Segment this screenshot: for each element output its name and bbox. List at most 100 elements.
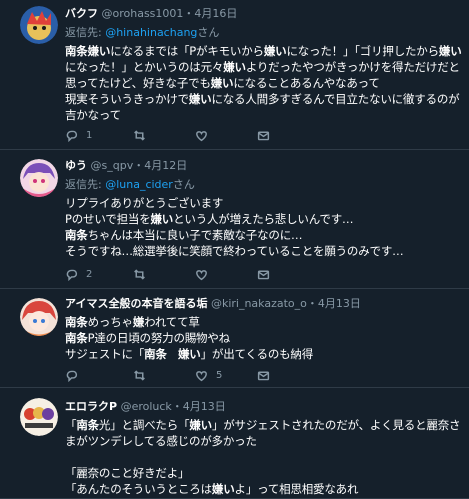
reply-handle-link[interactable]: @luna_cider (105, 178, 173, 191)
reply-suffix: さん (172, 178, 195, 191)
tweet-content: ゆう @s_qpv・4月12日 返信先: @luna_ciderさん リプライあ… (65, 158, 463, 259)
reply-handle-link[interactable]: @hinahinachang (105, 26, 197, 39)
like-button[interactable] (195, 127, 216, 143)
tweet-date[interactable]: 4月12日 (144, 159, 187, 172)
direct-message-button[interactable] (257, 127, 270, 143)
highlight-text: 南条 (65, 228, 88, 242)
timeline: バクフ @orohass1001・4月16日 返信先: @hinahinacha… (0, 0, 469, 499)
tweet-text: 「南条光」と調べたら「嫌い」がサジェストされたのだが、よく見ると麗奈さまがツンデ… (65, 417, 463, 497)
tweet[interactable]: ゆう @s_qpv・4月12日 返信先: @luna_ciderさん リプライあ… (0, 150, 469, 289)
tweet-actions: 5 (65, 367, 325, 383)
tweet-text: リプライありがとうございます Pのせいで担当を嫌いという人が増えたら悲しいんです… (65, 195, 463, 259)
reply-count: 1 (86, 129, 93, 141)
text-segment: という人が増えたら悲しいんです… (173, 212, 354, 226)
highlight-text: 嫌い (263, 44, 287, 58)
reply-prefix: 返信先: (65, 26, 106, 39)
reply-to: 返信先: @hinahinachangさん (65, 25, 463, 40)
tweet-text: 南条めっちゃ嫌われてて草 南条P達の日頃の努力の賜物やね サジェストに「南条 嫌… (65, 314, 463, 362)
envelope-icon (257, 270, 270, 279)
direct-message-button[interactable] (257, 266, 270, 282)
tweet-header: ゆう @s_qpv・4月12日 (65, 158, 463, 173)
reply-button[interactable]: 1 (65, 127, 92, 143)
text-segment: よ」って相思相愛なあれ (234, 482, 359, 496)
tweet-text: 南条嫌いになるまでは「Pがキモいから嫌いになった！」「ゴリ押したから嫌いになった… (65, 43, 463, 123)
retweet-button[interactable] (133, 367, 154, 383)
retweet-button[interactable] (133, 127, 154, 143)
direct-message-button[interactable] (257, 367, 270, 383)
tweet-date[interactable]: 4月13日 (183, 400, 226, 413)
tweet-date[interactable]: 4月13日 (318, 297, 361, 310)
display-name[interactable]: アイマス全般の本音を語る垢 (65, 297, 207, 310)
like-button[interactable] (195, 266, 216, 282)
separator: ・ (183, 7, 195, 20)
tweet-header: エロラクP @eroluck・4月13日 (65, 399, 463, 414)
avatar[interactable] (20, 298, 58, 336)
highlight-text: 南条 (76, 418, 99, 432)
tweet-content: エロラクP @eroluck・4月13日 「南条光」と調べたら「嫌い」がサジェス… (65, 399, 463, 497)
reply-count: 2 (86, 268, 93, 280)
tweet[interactable]: エロラクP @eroluck・4月13日 「南条光」と調べたら「嫌い」がサジェス… (0, 388, 469, 499)
highlight-text: 南条 嫌い (144, 347, 201, 361)
text-segment: 「 (65, 418, 77, 432)
highlight-text: 嫌い (188, 92, 212, 106)
reply-button[interactable]: 2 (65, 266, 92, 282)
envelope-icon (257, 131, 270, 140)
text-segment: 」が出てくるのも納得 (200, 347, 314, 361)
tweet-header: バクフ @orohass1001・4月16日 (65, 6, 463, 21)
highlight-text: 南条嫌い (65, 44, 111, 58)
like-count: 5 (216, 369, 223, 381)
highlight-text: 嫌い (223, 60, 246, 74)
text-segment: めっちゃ (87, 315, 133, 329)
tweet-actions: 2 (65, 266, 325, 282)
user-handle[interactable]: @s_qpv (91, 159, 134, 172)
tweet-actions: 1 (65, 127, 325, 143)
highlight-text: 嫌 (132, 315, 145, 329)
retweet-icon (134, 369, 145, 381)
highlight-text: 南条 (65, 331, 88, 345)
display-name[interactable]: ゆう (65, 159, 87, 172)
retweet-icon (134, 129, 145, 141)
retweet-button[interactable] (133, 266, 154, 282)
reply-icon (66, 370, 78, 382)
like-button[interactable]: 5 (195, 367, 222, 383)
highlight-text: 嫌い (210, 76, 234, 90)
reply-prefix: 返信先: (65, 178, 106, 191)
avatar[interactable] (20, 6, 58, 44)
reply-icon (66, 130, 78, 142)
separator: ・ (133, 159, 145, 172)
highlight-text: 嫌い (211, 482, 235, 496)
reply-icon (66, 269, 78, 281)
retweet-icon (134, 268, 145, 280)
tweet[interactable]: バクフ @orohass1001・4月16日 返信先: @hinahinacha… (0, 0, 469, 150)
highlight-text: 嫌い (189, 418, 212, 432)
text-segment: ちゃんは本当に良い子で素敵な子なのに… そうですね…総選挙後に笑顔で終わっている… (65, 228, 404, 258)
highlight-text: 嫌い (150, 212, 174, 226)
text-segment: 光」と調べたら「 (98, 418, 190, 432)
heart-icon (196, 370, 207, 381)
reply-button[interactable] (65, 367, 86, 383)
heart-icon (196, 269, 207, 280)
avatar[interactable] (20, 159, 58, 197)
reply-to: 返信先: @luna_ciderさん (65, 177, 463, 192)
display-name[interactable]: バクフ (65, 7, 98, 20)
reply-suffix: さん (197, 26, 220, 39)
separator: ・ (306, 297, 318, 310)
tweet-header: アイマス全般の本音を語る垢 @kiri_nakazato_o・4月13日 (65, 296, 463, 311)
highlight-text: 嫌い (438, 44, 462, 58)
separator: ・ (171, 400, 183, 413)
text-segment: になった！」とかいうのは元々 (65, 60, 224, 74)
tweet-content: アイマス全般の本音を語る垢 @kiri_nakazato_o・4月13日 南条め… (65, 296, 463, 362)
envelope-icon (257, 371, 270, 380)
user-handle[interactable]: @orohass1001 (102, 7, 184, 20)
text-segment: になるまでは「Pがキモいから (110, 44, 264, 58)
user-handle[interactable]: @eroluck (121, 400, 172, 413)
highlight-text: 南条 (65, 315, 88, 329)
display-name[interactable]: エロラクP (65, 400, 117, 413)
heart-icon (196, 130, 207, 141)
user-handle[interactable]: @kiri_nakazato_o (211, 297, 307, 310)
text-segment: われてて草 (144, 315, 200, 329)
tweet-content: バクフ @orohass1001・4月16日 返信先: @hinahinacha… (65, 6, 463, 123)
avatar[interactable] (20, 398, 58, 436)
tweet-date[interactable]: 4月16日 (194, 7, 237, 20)
tweet[interactable]: アイマス全般の本音を語る垢 @kiri_nakazato_o・4月13日 南条め… (0, 289, 469, 388)
